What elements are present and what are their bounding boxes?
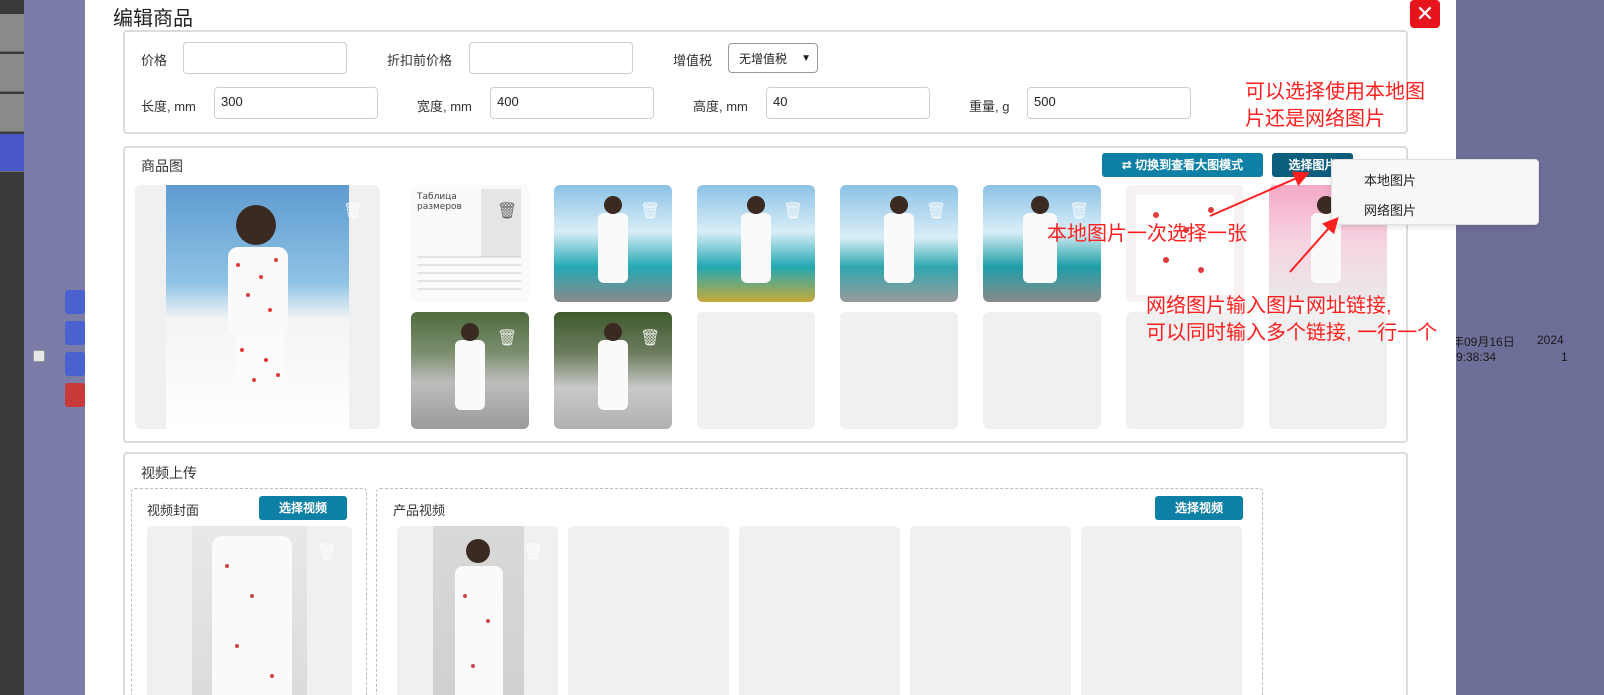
image-slot[interactable]: Таблица размеров 🗑: [411, 185, 529, 302]
main-image-slot[interactable]: 🗑: [135, 185, 380, 429]
background-button: [65, 290, 85, 314]
main-product-photo: [166, 185, 349, 429]
product-video-art: [455, 539, 503, 695]
trash-icon[interactable]: 🗑: [523, 544, 543, 562]
video-cover-art: [212, 536, 292, 695]
weight-input[interactable]: 500: [1027, 87, 1191, 119]
height-label: 高度, mm: [693, 99, 748, 114]
chevron-down-icon: ▼: [801, 53, 811, 64]
background-button: [65, 321, 85, 345]
background-cell: [0, 54, 24, 92]
svg-text:размеров: размеров: [417, 202, 462, 212]
close-button[interactable]: ✕: [1410, 0, 1440, 28]
trash-icon[interactable]: 🗑: [317, 544, 337, 562]
product-video-label: 产品视频: [393, 503, 446, 518]
toggle-large-view-button[interactable]: ⇄ 切换到查看大图模式: [1102, 153, 1263, 177]
video-upload-card: 视频上传 视频封面 选择视频 🗑 产品视频 选择视频 🗑: [123, 452, 1408, 695]
background-button: [65, 383, 85, 407]
annotation-local-one-at-a-time: 本地图片一次选择一张: [1047, 223, 1247, 245]
background-button: [65, 352, 85, 376]
video-upload-title: 视频上传: [141, 465, 197, 481]
annotation-line: 片还是网络图片: [1245, 108, 1385, 130]
empty-video-slot[interactable]: [739, 526, 900, 695]
trash-icon[interactable]: 🗑: [640, 203, 660, 221]
background-cell-active: [0, 134, 24, 172]
annotation-line: 网络图片输入图片网址链接,: [1146, 295, 1392, 317]
select-image-dropdown: 本地图片 网络图片: [1331, 159, 1539, 225]
height-input[interactable]: 40: [766, 87, 930, 119]
background-time: 1: [1561, 350, 1568, 364]
image-slot[interactable]: 🗑: [411, 312, 529, 429]
annotation-network-links: 网络图片输入图片网址链接, 可以同时输入多个链接, 一行一个: [1146, 293, 1437, 347]
trash-icon[interactable]: 🗑: [1069, 203, 1089, 221]
price-before-discount-label: 折扣前价格: [387, 53, 453, 68]
vat-label: 增值税: [673, 53, 713, 68]
annotation-line: 可以选择使用本地图: [1245, 81, 1425, 103]
length-input[interactable]: 300: [214, 87, 378, 119]
price-input[interactable]: [183, 42, 347, 74]
background-time: 9:38:34: [1456, 350, 1497, 364]
video-cover-slot[interactable]: 🗑: [147, 526, 352, 695]
width-input[interactable]: 400: [490, 87, 654, 119]
video-cover-panel: 视频封面 选择视频 🗑: [131, 488, 367, 695]
main-product-photo-art: [228, 205, 288, 395]
weight-label: 重量, g: [969, 99, 1010, 114]
empty-video-slot[interactable]: [568, 526, 729, 695]
background-date: 年09月16日: [1452, 335, 1515, 349]
select-video-cover-button[interactable]: 选择视频: [259, 496, 347, 520]
video-cover-photo: [192, 526, 307, 695]
empty-video-slot[interactable]: [910, 526, 1071, 695]
image-slot[interactable]: 🗑: [554, 185, 672, 302]
product-images-title: 商品图: [141, 158, 183, 174]
empty-image-slot[interactable]: [983, 312, 1101, 429]
svg-text:Таблица: Таблица: [416, 192, 457, 202]
empty-video-slot[interactable]: [1081, 526, 1242, 695]
empty-image-slot[interactable]: [697, 312, 815, 429]
empty-image-slot[interactable]: [840, 312, 958, 429]
trash-icon[interactable]: 🗑: [497, 330, 517, 348]
annotation-line: 可以同时输入多个链接, 一行一个: [1146, 322, 1438, 344]
background-checkbox: [33, 350, 45, 362]
video-cover-label: 视频封面: [147, 503, 200, 518]
price-label: 价格: [141, 53, 168, 68]
background-date: 2024: [1537, 333, 1564, 347]
annotation-choose-source: 可以选择使用本地图 片还是网络图片: [1245, 79, 1425, 133]
price-before-discount-input[interactable]: [469, 42, 633, 74]
dropdown-item-network-image[interactable]: 网络图片: [1364, 200, 1416, 219]
select-product-video-button[interactable]: 选择视频: [1155, 496, 1243, 520]
trash-icon[interactable]: 🗑: [926, 203, 946, 221]
background-cell: [0, 94, 24, 132]
trash-icon[interactable]: 🗑: [497, 203, 517, 221]
image-slot[interactable]: 🗑: [697, 185, 815, 302]
image-slot[interactable]: 🗑: [840, 185, 958, 302]
product-fields-card: 价格 折扣前价格 增值税 无增值税 ▼ 长度, mm 300 宽度, mm 40…: [123, 30, 1408, 134]
vat-select[interactable]: 无增值税 ▼: [728, 43, 818, 73]
product-video-photo: [433, 526, 524, 695]
image-slot[interactable]: 🗑: [554, 312, 672, 429]
close-icon: ✕: [1415, 1, 1435, 26]
trash-icon[interactable]: 🗑: [640, 330, 660, 348]
modal-title: 编辑商品: [113, 8, 193, 30]
length-label: 长度, mm: [141, 99, 196, 114]
trash-icon[interactable]: 🗑: [343, 203, 363, 221]
trash-icon[interactable]: 🗑: [1212, 203, 1232, 221]
product-video-slot[interactable]: 🗑: [397, 526, 558, 695]
background-sidebar: [0, 0, 85, 695]
vat-selected-value: 无增值税: [739, 52, 788, 66]
trash-icon[interactable]: 🗑: [783, 203, 803, 221]
background-cell: [0, 14, 24, 52]
width-label: 宽度, mm: [417, 99, 472, 114]
dropdown-item-local-image[interactable]: 本地图片: [1364, 170, 1416, 189]
product-video-panel: 产品视频 选择视频 🗑: [376, 488, 1263, 695]
